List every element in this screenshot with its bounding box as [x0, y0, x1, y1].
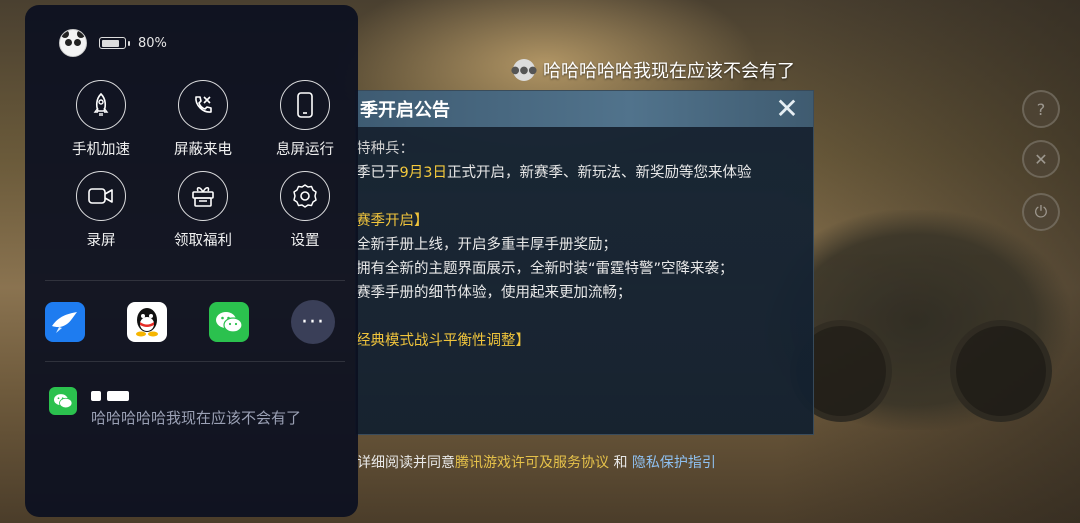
notice-date: 9月3日: [399, 165, 447, 181]
message-sender-redacted: [91, 391, 301, 401]
screen-off-run-button[interactable]: 息屏运行: [254, 80, 356, 159]
chat-message-text: 哈哈哈哈哈我现在应该不会有了: [543, 61, 795, 82]
tool-label: 设置: [290, 233, 320, 249]
bird-app-icon[interactable]: [45, 302, 85, 342]
chat-message-overlay: ●●● 哈哈哈哈哈我现在应该不会有了: [511, 57, 795, 83]
notice-title: 季开启公告: [360, 100, 450, 121]
notice-item-3: 赛季手册的细节体验，使用起来更加流畅；: [356, 285, 632, 301]
app-shortcuts: ···: [45, 300, 335, 344]
tool-grid: 手机加速 屏蔽来电 息屏运行 录屏 领取福利 设置: [50, 80, 340, 250]
tool-label: 领取福利: [174, 233, 232, 249]
phone-screen-icon: [280, 80, 330, 130]
help-icon[interactable]: ?: [1022, 90, 1060, 128]
agreement-and: 和: [613, 455, 628, 471]
qq-app-icon[interactable]: [127, 302, 167, 342]
vehicle-wheel: [950, 320, 1052, 422]
notice-line-1: 季已于9月3日正式开启，新赛季、新玩法、新奖励等您来体验: [356, 161, 797, 185]
agreement-text: 详细阅读并同意腾讯游戏许可及服务协议 和 隐私保护指引: [357, 452, 716, 472]
notice-greeting: 特种兵：: [356, 141, 414, 157]
tool-label: 录屏: [86, 233, 116, 249]
notice-item-1: 全新手册上线，开启多重丰厚手册奖励；: [356, 237, 617, 253]
notice-line-1-pre: 季已于: [356, 165, 400, 181]
battery-icon: 80%: [99, 36, 167, 51]
tools-icon[interactable]: ✕: [1022, 140, 1060, 178]
claim-rewards-button[interactable]: 领取福利: [152, 171, 254, 250]
divider: [45, 280, 345, 281]
block-calls-button[interactable]: 屏蔽来电: [152, 80, 254, 159]
more-icon[interactable]: ···: [291, 300, 335, 344]
tool-label: 息屏运行: [276, 142, 334, 158]
tool-label: 屏蔽来电: [174, 142, 232, 158]
notice-body: 特种兵： 季已于9月3日正式开启，新赛季、新玩法、新奖励等您来体验 赛季开启】 …: [356, 127, 813, 353]
chat-bubble-icon: ●●●: [511, 59, 537, 81]
settings-button[interactable]: 设置: [254, 171, 356, 250]
license-agreement-link[interactable]: 腾讯游戏许可及服务协议: [455, 455, 609, 471]
phone-boost-button[interactable]: 手机加速: [50, 80, 152, 159]
message-notification[interactable]: 哈哈哈哈哈我现在应该不会有了: [49, 387, 301, 428]
battery-percent: 80%: [138, 35, 167, 51]
notice-item-2: 拥有全新的主题界面展示，全新时装“雷霆特警”空降来袭；: [356, 261, 734, 277]
notice-header: 季开启公告 ✕: [356, 91, 813, 127]
wechat-app-icon[interactable]: [209, 302, 249, 342]
notice-section-2: 经典模式战斗平衡性调整】: [356, 333, 530, 349]
avatar[interactable]: [59, 29, 87, 57]
privacy-guide-link[interactable]: 隐私保护指引: [632, 455, 716, 471]
divider: [45, 361, 345, 362]
wechat-icon: [49, 387, 77, 415]
agreement-pre: 详细阅读并同意: [357, 455, 455, 471]
screen-record-button[interactable]: 录屏: [50, 171, 152, 250]
notice-section-1: 赛季开启】: [356, 213, 429, 229]
status-bar: 80%: [59, 29, 167, 57]
season-notice-dialog: 季开启公告 ✕ 特种兵： 季已于9月3日正式开启，新赛季、新玩法、新奖励等您来体…: [355, 90, 814, 435]
message-preview: 哈哈哈哈哈我现在应该不会有了: [91, 409, 302, 427]
tool-label: 手机加速: [72, 142, 130, 158]
close-icon[interactable]: ✕: [773, 95, 801, 123]
gear-icon: [280, 171, 330, 221]
gift-icon: [178, 171, 228, 221]
video-camera-icon: [76, 171, 126, 221]
game-assistant-panel: 80% 手机加速 屏蔽来电 息屏运行 录屏 领取福利 设置 ··· 哈哈哈哈哈我…: [25, 5, 358, 517]
rocket-icon: [76, 80, 126, 130]
notice-line-1-post: 正式开启，新赛季、新玩法、新奖励等您来体验: [446, 165, 752, 181]
block-call-icon: [178, 80, 228, 130]
power-icon[interactable]: ⏻: [1022, 193, 1060, 231]
